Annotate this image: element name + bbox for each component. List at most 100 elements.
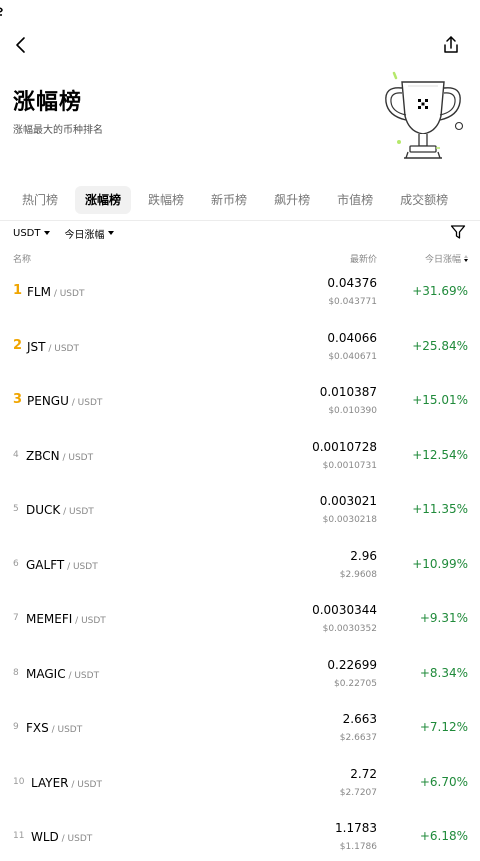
- top-bar: [0, 28, 480, 62]
- last-price: 0.010387: [319, 385, 377, 399]
- change-percent: +6.18%: [419, 829, 468, 843]
- list-item[interactable]: 2 JST / USDT 0.04066 $0.040671 +25.84%: [0, 321, 480, 376]
- coin-pair: FXS / USDT: [26, 721, 82, 735]
- tab-hot[interactable]: 热门榜: [12, 186, 68, 214]
- period-label: 今日涨幅: [64, 229, 105, 241]
- list-item[interactable]: 3 PENGU / USDT 0.010387 $0.010390 +15.01…: [0, 375, 480, 430]
- period-dropdown[interactable]: 今日涨幅: [64, 226, 115, 241]
- usd-price: $2.6637: [339, 733, 377, 743]
- filter-bar: USDT 今日涨幅: [13, 226, 128, 241]
- coin-symbol: JST: [27, 339, 46, 354]
- tab-volume[interactable]: 成交额榜: [390, 186, 458, 214]
- last-price: 2.96: [350, 548, 377, 563]
- last-price: 0.0030344: [312, 603, 377, 617]
- ranking-tabs: 热门榜 涨幅榜 跌幅榜 新币榜 飙升榜 市值榜 成交额榜: [12, 186, 465, 214]
- tab-losers[interactable]: 跌幅榜: [138, 186, 194, 214]
- quote-symbol: / USDT: [72, 616, 106, 626]
- last-price: 2.663: [342, 712, 377, 726]
- column-header-name: 名称: [13, 255, 32, 265]
- sort-icon: [464, 255, 468, 262]
- share-icon[interactable]: [440, 34, 462, 56]
- back-icon[interactable]: [10, 34, 32, 56]
- last-price: 0.04376: [327, 276, 377, 290]
- rank-number: 3: [13, 392, 23, 407]
- list-item[interactable]: 8 MAGIC / USDT 0.22699 $0.22705 +8.34%: [0, 648, 480, 703]
- caret-down-icon: [44, 231, 51, 235]
- rank-number: 8: [13, 667, 19, 678]
- change-percent: +15.01%: [412, 393, 468, 407]
- change-percent: +12.54%: [412, 447, 468, 462]
- coin-pair: MAGIC / USDT: [26, 667, 99, 681]
- change-percent: +31.69%: [412, 284, 468, 298]
- coin-pair: FLM / USDT: [27, 285, 84, 299]
- rank-number: 1: [13, 283, 23, 298]
- list-item[interactable]: 10 LAYER / USDT 2.72 $2.7207 +6.70%: [0, 757, 480, 812]
- coin-pair: JST / USDT: [27, 340, 79, 354]
- last-price: 2.72: [350, 766, 377, 781]
- usd-price: $0.0010731: [322, 460, 377, 471]
- funnel-icon[interactable]: [450, 224, 466, 240]
- quote-symbol: / USDT: [64, 561, 98, 572]
- usd-price: $0.0030352: [322, 624, 377, 634]
- usd-price: $0.0030218: [322, 515, 377, 525]
- change-percent: +6.70%: [419, 774, 468, 789]
- wifi-status-icon: [0, 7, 3, 16]
- rank-number: 5: [13, 504, 19, 514]
- change-percent: +11.35%: [412, 502, 468, 516]
- trophy-illustration: [385, 71, 464, 159]
- list-item[interactable]: 5 DUCK / USDT 0.003021 $0.0030218 +11.35…: [0, 484, 480, 539]
- quote-symbol: / USDT: [50, 289, 85, 299]
- quote-symbol: / USDT: [45, 343, 79, 354]
- change-percent: +10.99%: [412, 556, 468, 571]
- last-price: 1.1783: [335, 821, 377, 835]
- coin-symbol: ZBCN: [26, 448, 60, 463]
- quote-currency-dropdown[interactable]: USDT: [13, 227, 51, 239]
- quote-symbol: / USDT: [59, 452, 94, 463]
- coin-symbol: MAGIC: [26, 666, 66, 681]
- list-item[interactable]: 7 MEMEFI / USDT 0.0030344 $0.0030352 +9.…: [0, 593, 480, 648]
- list-item[interactable]: 6 GALFT / USDT 2.96 $2.9608 +10.99%: [0, 539, 480, 594]
- rank-number: 10: [13, 776, 25, 787]
- last-price: 0.22699: [327, 657, 377, 672]
- rank-number: 4: [13, 449, 19, 460]
- coin-symbol: GALFT: [26, 557, 65, 572]
- page-subtitle: 涨幅最大的币种排名: [13, 125, 103, 136]
- tab-market-cap[interactable]: 市值榜: [327, 186, 383, 214]
- coin-symbol: FLM: [27, 285, 51, 299]
- coin-pair: MEMEFI / USDT: [26, 612, 106, 626]
- tab-new-listings[interactable]: 新币榜: [201, 186, 257, 214]
- page-title: 涨幅榜: [13, 90, 83, 115]
- caret-down-icon: [108, 231, 115, 235]
- rank-number: 7: [13, 613, 19, 623]
- quote-currency-label: USDT: [13, 227, 41, 239]
- usd-price: $1.1786: [339, 842, 377, 852]
- quote-symbol: / USDT: [58, 834, 93, 844]
- tab-trending[interactable]: 飙升榜: [264, 186, 320, 214]
- usd-price: $2.9608: [339, 569, 377, 580]
- last-price: 0.04066: [327, 330, 377, 345]
- last-price: 0.003021: [319, 494, 377, 508]
- last-price: 0.0010728: [312, 439, 377, 454]
- list-item[interactable]: 4 ZBCN / USDT 0.0010728 $0.0010731 +12.5…: [0, 430, 480, 485]
- column-header-change[interactable]: 今日涨幅: [425, 252, 468, 265]
- coin-symbol: DUCK: [26, 503, 61, 517]
- list-item[interactable]: 1 FLM / USDT 0.04376 $0.043771 +31.69%: [0, 266, 480, 321]
- list-item[interactable]: 11 WLD / USDT 1.1783 $1.1786 +6.18%: [0, 811, 480, 861]
- usd-price: $0.040671: [328, 351, 377, 362]
- column-header-price[interactable]: 最新价: [350, 252, 377, 265]
- coin-symbol: MEMEFI: [26, 612, 73, 626]
- rank-number: 9: [13, 722, 19, 732]
- quote-symbol: / USDT: [60, 507, 94, 517]
- coin-pair: GALFT / USDT: [26, 558, 98, 572]
- usd-price: $0.043771: [328, 297, 377, 307]
- change-percent: +25.84%: [412, 338, 468, 353]
- quote-symbol: / USDT: [68, 779, 102, 790]
- list-item[interactable]: 9 FXS / USDT 2.663 $2.6637 +7.12%: [0, 702, 480, 757]
- coin-symbol: WLD: [31, 830, 59, 844]
- change-percent: +7.12%: [419, 720, 468, 734]
- usd-price: $2.7207: [339, 787, 377, 798]
- coin-pair: ZBCN / USDT: [26, 449, 93, 463]
- tab-gainers[interactable]: 涨幅榜: [75, 186, 132, 214]
- quote-symbol: / USDT: [68, 398, 103, 408]
- change-percent: +9.31%: [419, 611, 468, 625]
